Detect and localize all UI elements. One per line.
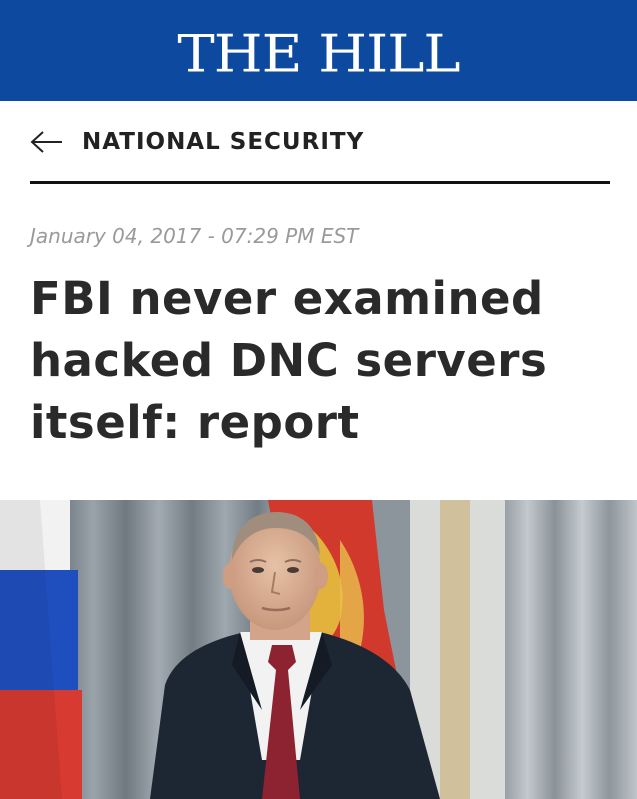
arrow-left-icon[interactable]	[30, 128, 64, 156]
article-timestamp: January 04, 2017 - 07:29 PM EST	[30, 224, 359, 248]
section-label[interactable]: NATIONAL SECURITY	[82, 129, 364, 155]
site-logo[interactable]: THE HILL	[177, 28, 460, 81]
masthead: THE HILL	[0, 0, 637, 101]
section-divider	[30, 181, 610, 184]
article-headline: FBI never examined hacked DNC servers it…	[30, 272, 548, 449]
hero-image	[0, 500, 637, 799]
section-nav: NATIONAL SECURITY	[30, 118, 610, 166]
